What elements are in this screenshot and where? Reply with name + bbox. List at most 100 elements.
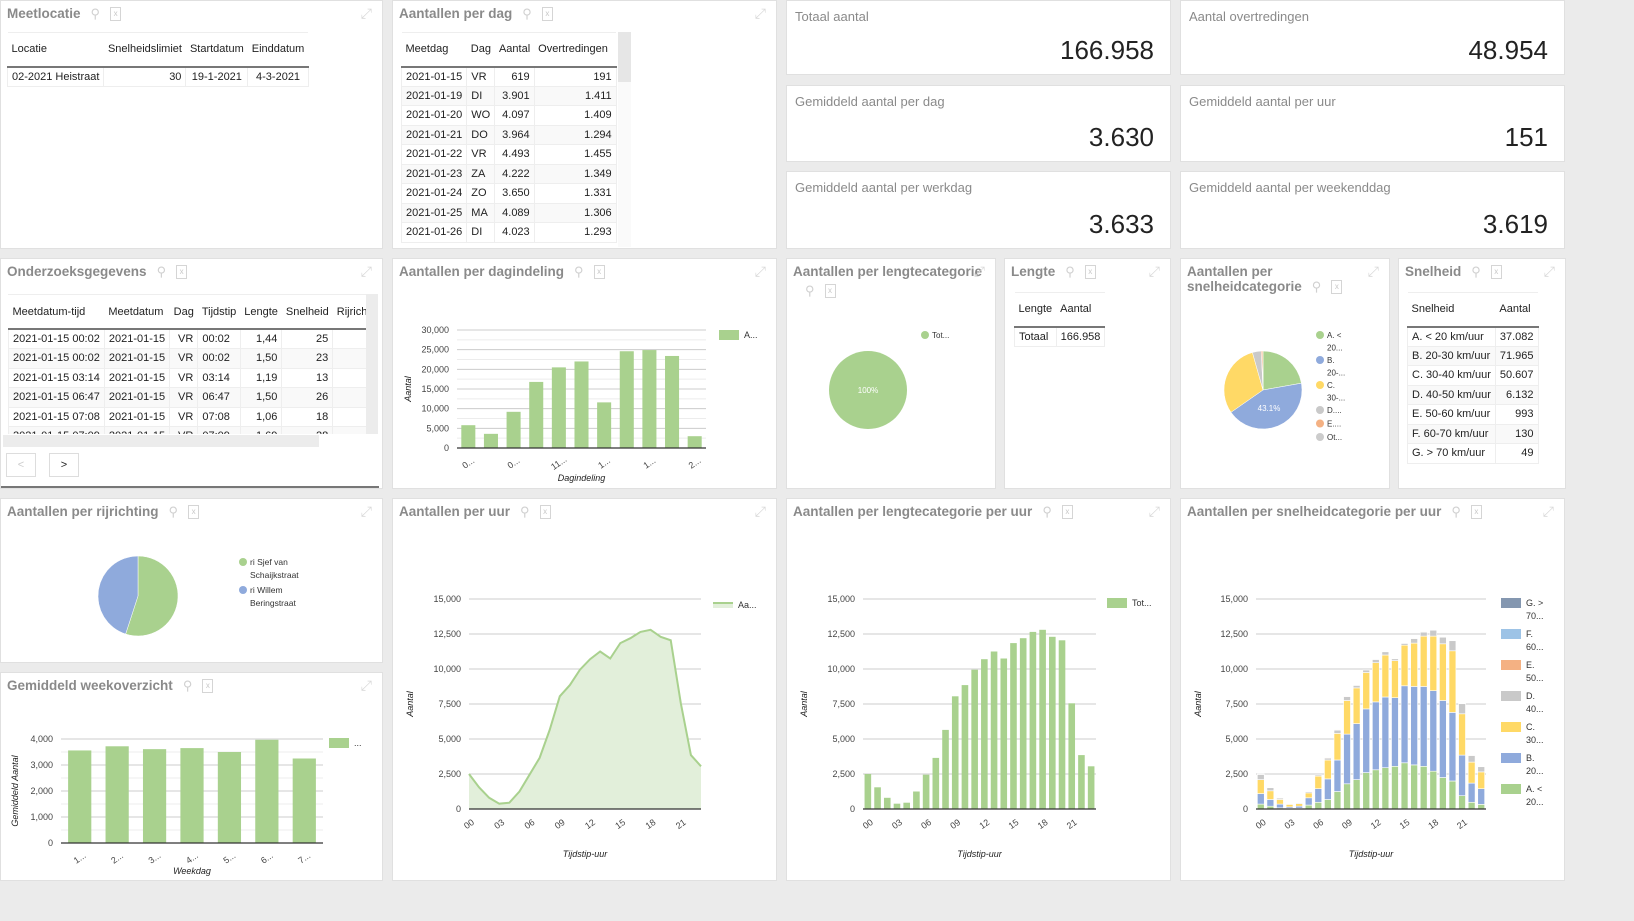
stacked-bar-segment [1372, 701, 1380, 771]
search-icon[interactable]: ⚲ [522, 6, 532, 21]
table-row[interactable]: 2021-01-20 WO 4.097 1.409 [400, 105, 617, 126]
excel-export-icon[interactable]: x [541, 6, 553, 21]
col-header[interactable]: Snelheidslimiet [103, 32, 186, 68]
y-tick-label: 7,500 [1225, 699, 1248, 709]
col-header[interactable]: Lengte [240, 295, 282, 330]
table-row[interactable]: 2021-01-24 ZO 3.650 1.331 [400, 183, 617, 204]
stacked-bar-segment [1352, 779, 1361, 810]
y-tick-label: 5,000 [1225, 734, 1248, 744]
table-row[interactable]: F. 60-70 km/uur 130 [1407, 423, 1539, 444]
expand-icon[interactable]: ⤢ [1544, 263, 1555, 280]
excel-export-icon[interactable]: x [1490, 264, 1502, 279]
col-header[interactable]: Einddatum [247, 32, 309, 68]
weekoverzicht-bar-chart: 0 1,000 2,000 3,000 4,000 1... 2... 3... 4... 5..… [10, 734, 362, 876]
table-row[interactable]: 2021-01-15 00:02 2021-01-15 VR 00:02 1,50 23 [8, 348, 374, 369]
col-header[interactable]: Snelheid [281, 295, 333, 330]
y-tick-label: 10,000 [421, 404, 449, 414]
table-row[interactable]: 2021-01-22 VR 4.493 1.455 [400, 144, 617, 165]
kpi-value: 48.954 [1468, 35, 1548, 65]
search-icon[interactable]: ⚲ [91, 6, 101, 21]
col-header[interactable]: Tijdstip [197, 295, 241, 330]
stacked-bar-segment [1410, 764, 1418, 810]
table-row[interactable]: D. 40-50 km/uur 6.132 [1407, 384, 1539, 405]
col-header[interactable]: Aantal [494, 32, 535, 68]
expand-icon[interactable]: ⤢ [755, 5, 766, 22]
y-tick-label: 1,000 [30, 812, 53, 822]
stacked-bar-segment [1448, 712, 1457, 782]
panel-title: Aantallen per dag [399, 6, 513, 21]
legend-swatch [1501, 784, 1521, 794]
next-page-button[interactable]: > [49, 453, 79, 477]
col-header[interactable]: Aantal [1056, 292, 1105, 328]
x-axis-title: Tijdstip-uur [563, 849, 608, 859]
table-row[interactable]: 2021-01-15 06:47 2021-01-15 VR 06:47 1,50 26 [8, 387, 374, 408]
col-header[interactable]: Dag [169, 295, 198, 330]
table-row[interactable]: B. 20-30 km/uur 71.965 [1407, 345, 1539, 366]
table-row[interactable]: G. > 70 km/uur 49 [1407, 443, 1539, 464]
stacked-bar-segment [1477, 788, 1485, 805]
bar [1029, 631, 1037, 809]
stacked-bar-segment [1343, 783, 1351, 810]
excel-export-icon[interactable]: x [1084, 264, 1096, 279]
search-icon[interactable]: ⚲ [1471, 264, 1481, 279]
previous-page-button[interactable]: < [6, 453, 36, 477]
bar [529, 381, 544, 448]
col-header[interactable]: Aantal [1495, 292, 1539, 328]
y-tick-label: 0 [1243, 804, 1248, 814]
col-header[interactable]: Locatie [7, 32, 104, 68]
table-row[interactable]: 2021-01-26 DI 4.023 1.293 [400, 222, 617, 243]
cell: 2021-01-15 [103, 387, 171, 408]
x-tick-label: 0... [506, 455, 522, 470]
table-row[interactable]: E. 50-60 km/uur 993 [1407, 404, 1539, 425]
table-row[interactable]: A. < 20 km/uur 37.082 [1407, 326, 1539, 347]
expand-icon[interactable]: ⤢ [1149, 263, 1160, 280]
search-icon[interactable]: ⚲ [157, 264, 167, 279]
legend-swatch [1501, 660, 1521, 670]
y-tick-label: 12,500 [433, 629, 461, 639]
table-row[interactable]: 2021-01-15 VR 619 191 [400, 66, 617, 87]
table-row[interactable]: 2021-01-15 00:02 2021-01-15 VR 00:02 1,44 25 [8, 328, 374, 349]
bar [874, 787, 881, 809]
col-header[interactable]: Lengte [1014, 292, 1057, 328]
table-row[interactable]: C. 30-40 km/uur 50.607 [1407, 365, 1539, 386]
table-row[interactable]: 2021-01-15 03:14 2021-01-15 VR 03:14 1,19 13 [8, 367, 374, 388]
excel-export-icon[interactable]: x [110, 6, 122, 21]
horizontal-scrollbar[interactable] [3, 435, 319, 447]
cell: 13 [281, 367, 334, 388]
legend-label: G. > [1526, 598, 1543, 608]
col-header[interactable]: Meetdag [401, 32, 467, 68]
vertical-scrollbar[interactable] [366, 294, 378, 434]
cell: 2021-01-21 [400, 124, 468, 145]
col-header[interactable]: Overtredingen [534, 32, 617, 68]
cell: 50.607 [1494, 365, 1539, 386]
table-row[interactable]: 2021-01-25 MA 4.089 1.306 [400, 202, 617, 223]
table-row[interactable]: 2021-01-15 07:092021-01-15VR07:091,6928 [8, 426, 374, 434]
legend-swatch [329, 738, 349, 748]
search-icon[interactable]: ⚲ [1065, 264, 1075, 279]
cell: VR [169, 328, 199, 349]
x-tick-label: 7... [296, 850, 312, 865]
excel-export-icon[interactable]: x [176, 264, 188, 279]
legend-label: Schaijkstraat [250, 570, 299, 580]
vertical-scrollbar[interactable] [618, 32, 631, 247]
legend-dot [239, 586, 247, 594]
table-row[interactable]: 2021-01-21 DO 3.964 1.294 [400, 124, 617, 145]
table-row[interactable]: 2021-01-15 07:08 2021-01-15 VR 07:08 1,06 18 [8, 406, 374, 427]
expand-icon[interactable]: ⤢ [361, 5, 372, 22]
y-tick-label: 10,000 [1220, 664, 1248, 674]
cell: 3.650 [494, 183, 535, 204]
col-header[interactable]: Startdatum [185, 32, 248, 68]
legend-label: Ot... [1327, 433, 1342, 442]
table-row[interactable]: 02-2021 Heistraat 30 19-1-2021 4-3-2021 [6, 66, 309, 87]
legend-label: E.... [1327, 420, 1341, 429]
col-header[interactable]: Dag [466, 32, 495, 68]
table-row[interactable]: 2021-01-19 DI 3.901 1.411 [400, 85, 617, 106]
panel-aantallen-per-dag: Aantallen per dag ⚲ x ⤢ Meetdag Dag Aantal Ov… [392, 0, 777, 249]
expand-icon[interactable]: ⤢ [361, 263, 372, 280]
x-tick-label: 00 [861, 817, 875, 831]
col-header[interactable]: Meetdatum-tijd [8, 295, 105, 330]
table-row[interactable]: 2021-01-23 ZA 4.222 1.349 [400, 163, 617, 184]
table-row[interactable]: Totaal 166.958 [1014, 326, 1106, 347]
col-header[interactable]: Meetdatum [104, 295, 170, 330]
col-header[interactable]: Snelheid [1407, 292, 1496, 328]
